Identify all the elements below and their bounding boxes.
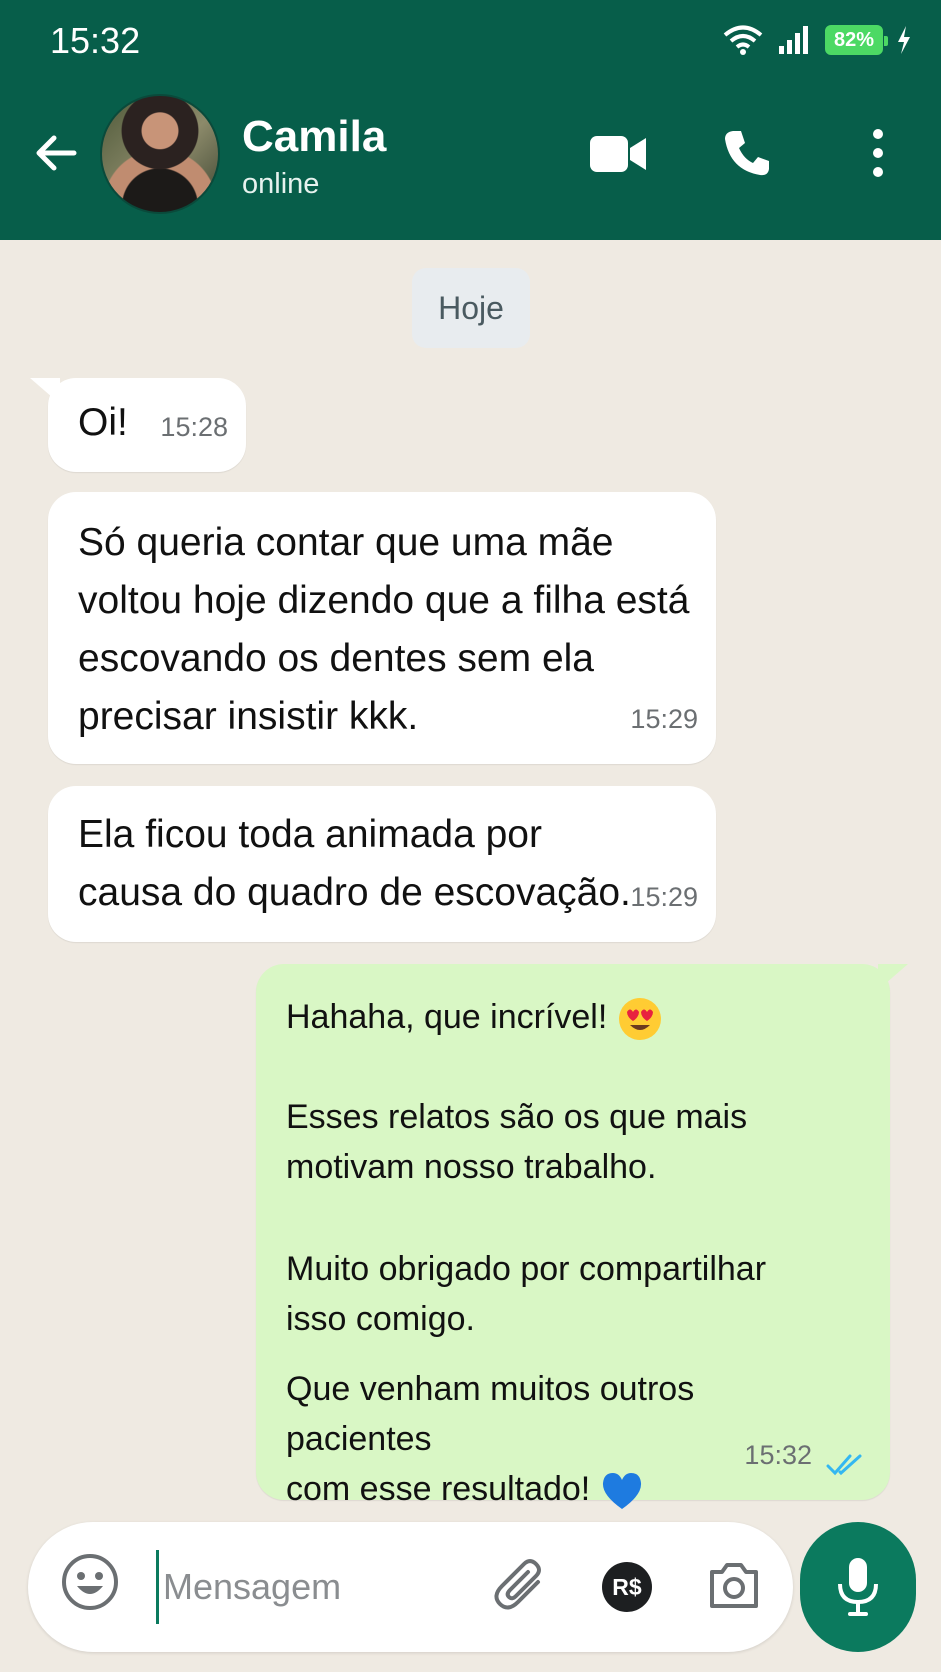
more-options-icon[interactable] bbox=[868, 128, 888, 178]
message-time: 15:29 bbox=[630, 882, 698, 912]
message-time: 15:29 bbox=[630, 704, 698, 734]
payment-label: R$ bbox=[612, 1573, 642, 1600]
message-text: Hahaha, que incrível! bbox=[286, 998, 608, 1036]
charging-icon bbox=[898, 26, 910, 54]
wifi-icon bbox=[723, 25, 763, 55]
signal-icon bbox=[779, 26, 808, 54]
message-text: Muito obrigado por compartilhar isso com… bbox=[286, 1250, 767, 1338]
heart-eyes-emoji-icon bbox=[618, 998, 661, 1041]
message-time: 15:32 bbox=[744, 1440, 812, 1470]
message-time: 15:28 bbox=[160, 412, 228, 442]
contact-status: online bbox=[242, 168, 320, 200]
chat-header: 15:32 82% Camila online bbox=[0, 0, 941, 240]
message-text: Só queria contar que uma mãe voltou hoje… bbox=[78, 521, 690, 738]
mic-circle bbox=[800, 1522, 916, 1652]
message-paragraph: Hahaha, que incrível! bbox=[286, 992, 663, 1042]
emoji-icon[interactable] bbox=[60, 1552, 120, 1612]
contact-name[interactable]: Camila bbox=[242, 112, 386, 162]
camera-icon[interactable] bbox=[708, 1560, 760, 1610]
status-icons: 82% bbox=[723, 24, 911, 56]
payment-icon[interactable]: R$ bbox=[602, 1562, 652, 1612]
attachment-icon[interactable] bbox=[494, 1556, 550, 1614]
voice-message-button[interactable] bbox=[800, 1522, 916, 1652]
date-separator-label: Hoje bbox=[438, 289, 504, 326]
message-text: Esses relatos são os que mais motivam no… bbox=[286, 1098, 748, 1186]
battery-level: 82% bbox=[833, 28, 875, 51]
read-receipt-icon bbox=[826, 1454, 862, 1476]
message-text: Oi! bbox=[78, 401, 128, 444]
voice-call-icon[interactable] bbox=[722, 128, 772, 178]
outgoing-message[interactable]: Hahaha, que incrível! Esses relatos são … bbox=[256, 964, 908, 1510]
contact-avatar[interactable] bbox=[100, 94, 220, 214]
status-time: 15:32 bbox=[50, 20, 141, 61]
bubble-tail bbox=[878, 964, 908, 990]
back-arrow-icon[interactable] bbox=[30, 128, 80, 178]
bubble-tail bbox=[30, 378, 60, 404]
incoming-message[interactable]: Oi! 15:28 bbox=[30, 378, 246, 472]
incoming-message[interactable]: Só queria contar que uma mãe voltou hoje… bbox=[48, 492, 716, 764]
message-text: Ela ficou toda animada por causa do quad… bbox=[78, 813, 631, 914]
battery-indicator: 82% bbox=[825, 25, 888, 55]
blue-heart-emoji-icon bbox=[602, 1473, 641, 1510]
microphone-icon bbox=[838, 1558, 878, 1616]
message-composer: R$ bbox=[28, 1522, 793, 1652]
video-call-icon[interactable] bbox=[590, 132, 646, 176]
incoming-message[interactable]: Ela ficou toda animada por causa do quad… bbox=[48, 786, 716, 942]
date-separator: Hoje bbox=[412, 268, 530, 348]
message-input[interactable] bbox=[156, 1550, 486, 1624]
